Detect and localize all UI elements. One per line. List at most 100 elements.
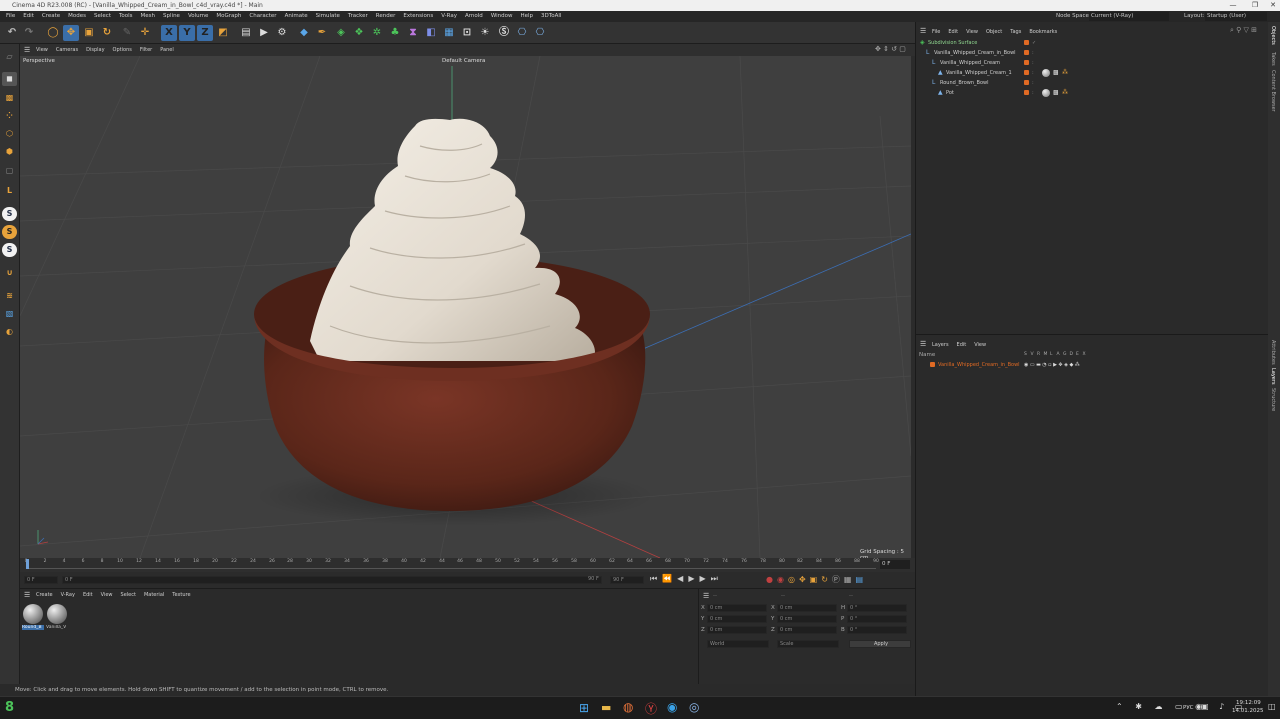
material-menu-material[interactable]: Material <box>140 591 168 599</box>
edges-mode-icon[interactable]: ⬡ <box>2 127 17 141</box>
visibility-dots-icon[interactable]: : <box>1032 88 1034 98</box>
key-rotation-icon[interactable]: ↻ <box>821 575 832 584</box>
material-tag-icon[interactable] <box>1042 69 1050 77</box>
telegram-icon[interactable]: ◉ <box>667 700 677 714</box>
browser-icon[interactable]: ◍ <box>623 700 633 714</box>
layer-menu-edit[interactable]: Edit <box>953 341 971 349</box>
material-menu-icon[interactable]: ☰ <box>24 591 30 599</box>
scale-tool-icon[interactable]: ▣ <box>81 25 97 41</box>
material-menu-v-ray[interactable]: V-Ray <box>57 591 79 599</box>
end-frame-field[interactable]: 90 F <box>610 576 644 584</box>
material-menu-view[interactable]: View <box>97 591 117 599</box>
notification-icon[interactable]: ◫ <box>1268 702 1276 711</box>
object-row[interactable]: L Vanilla_Whipped_Cream: <box>916 58 1269 68</box>
menu-modes[interactable]: Modes <box>64 11 90 22</box>
viewport-menu-panel[interactable]: Panel <box>156 44 178 56</box>
live-selection-icon[interactable]: ◯ <box>45 25 61 41</box>
viewport-menu-display[interactable]: Display <box>82 44 108 56</box>
floor-icon[interactable]: ▦ <box>441 25 457 41</box>
object-row[interactable]: L Vanilla_Whipped_Cream_in_Bowl: <box>916 48 1269 58</box>
coord-size-field[interactable]: 0 cm <box>777 626 837 634</box>
record-icon[interactable]: ● <box>766 575 777 584</box>
minimize-button[interactable]: — <box>1222 0 1244 11</box>
render-picture-viewer-icon[interactable]: ▶ <box>256 25 272 41</box>
undo-icon[interactable]: ↶ <box>4 25 20 41</box>
menu-simulate[interactable]: Simulate <box>312 11 344 22</box>
menu-file[interactable]: File <box>2 11 19 22</box>
menu-mesh[interactable]: Mesh <box>137 11 159 22</box>
object-menu-view[interactable]: View <box>962 28 982 36</box>
visibility-dots-icon[interactable]: : <box>1032 48 1034 58</box>
vray-icon[interactable]: Ⓢ <box>496 25 512 41</box>
render-view-icon[interactable]: ▤ <box>238 25 254 41</box>
viewport-menu-view[interactable]: View <box>32 44 52 56</box>
material-menu-select[interactable]: Select <box>117 591 140 599</box>
coord-position-field[interactable]: 0 cm <box>707 604 767 612</box>
prev-key-icon[interactable]: ⏪ <box>662 574 677 583</box>
key-param-icon[interactable]: Ⓟ <box>832 575 844 584</box>
play-icon[interactable]: ▶ <box>688 574 699 583</box>
motion-icon[interactable]: ▤ <box>855 575 867 584</box>
key-position-icon[interactable]: ✥ <box>799 575 810 584</box>
node-space-select[interactable]: Current (V-Ray) <box>1089 12 1169 21</box>
material-swatch[interactable]: Round_B <box>22 603 44 633</box>
material-menu-create[interactable]: Create <box>32 591 57 599</box>
widget-icon[interactable]: 8 <box>5 700 14 715</box>
timeline-ruler[interactable]: 0246810121416182022242628303234363840424… <box>20 558 915 572</box>
points-mode-icon[interactable]: ⁘ <box>2 109 17 123</box>
menu-select[interactable]: Select <box>90 11 115 22</box>
clock-date[interactable]: 14.01.2025 <box>1232 708 1264 714</box>
object-row[interactable]: ▲ Vanilla_Whipped_Cream_1: ▩ ⁂ <box>916 68 1269 78</box>
menu-tools[interactable]: Tools <box>115 11 137 22</box>
menu-render[interactable]: Render <box>372 11 400 22</box>
python-icon[interactable]: ⎔ <box>514 25 530 41</box>
viewport-nav-icon[interactable]: ✥ ⇕ ↺ ▢ <box>875 45 906 53</box>
object-row[interactable]: ▲ Pot: ▩ ⁂ <box>916 88 1269 98</box>
material-tag-icon[interactable] <box>1042 89 1050 97</box>
preview-range-end[interactable]: 90 F <box>586 576 604 584</box>
cloner-icon[interactable]: ♣ <box>387 25 403 41</box>
pen-icon[interactable]: ✒ <box>314 25 330 41</box>
menu-mograph[interactable]: MoGraph <box>212 11 245 22</box>
language-indicator[interactable]: РУС <box>1183 705 1194 711</box>
coord-position-field[interactable]: 0 cm <box>707 626 767 634</box>
axis-mode-icon[interactable]: L <box>2 184 17 198</box>
y-axis-icon[interactable]: Y <box>179 25 195 41</box>
lock-workplane-icon[interactable]: ▧ <box>2 307 17 321</box>
object-search-icon[interactable]: ⌕ ⚲ ▽ ⊞ <box>1230 26 1257 35</box>
material-menu-edit[interactable]: Edit <box>79 591 97 599</box>
magnet-icon[interactable]: ∪ <box>2 266 17 280</box>
layout-select[interactable]: Startup (User) <box>1205 12 1267 21</box>
rotate-tool-icon[interactable]: ↻ <box>99 25 115 41</box>
snap-icon[interactable]: S <box>2 207 17 221</box>
grid-icon[interactable]: ≋ <box>2 289 17 303</box>
coord-rotation-field[interactable]: 0 ° <box>847 626 907 634</box>
viewport-menu-icon[interactable]: ☰ <box>24 46 30 54</box>
move-tool-icon[interactable]: ✥ <box>63 25 79 41</box>
object-menu-object[interactable]: Object <box>982 28 1006 36</box>
cinema4d-icon[interactable]: ◎ <box>689 700 699 714</box>
layer-menu-layers[interactable]: Layers <box>928 341 953 349</box>
object-menu-edit[interactable]: Edit <box>944 28 962 36</box>
layer-flag-icons[interactable]: ◉▭▬◔▫▶✥◈◆⁂ <box>1024 360 1081 370</box>
key-pla-icon[interactable]: ▦ <box>844 575 856 584</box>
tab-content-browser[interactable]: Content Browser <box>1270 70 1276 112</box>
mograph-icon[interactable]: ✲ <box>369 25 385 41</box>
z-axis-icon[interactable]: Z <box>197 25 213 41</box>
viewport-menu-cameras[interactable]: Cameras <box>52 44 82 56</box>
menu-animate[interactable]: Animate <box>281 11 312 22</box>
tab-layers[interactable]: Layers <box>1270 368 1276 385</box>
menu-extensions[interactable]: Extensions <box>399 11 437 22</box>
tab-attributes[interactable]: Attributes <box>1270 340 1276 365</box>
menu-spline[interactable]: Spline <box>159 11 184 22</box>
tab-structure[interactable]: Structure <box>1270 388 1276 411</box>
material-swatch[interactable]: Vanilla_V <box>46 603 68 633</box>
render-settings-icon[interactable]: ⚙ <box>274 25 290 41</box>
camera-icon[interactable]: ⊡ <box>459 25 475 41</box>
start-icon[interactable]: ⊞ <box>579 701 589 715</box>
coord-rotation-field[interactable]: 0 ° <box>847 604 907 612</box>
keyframe-icon[interactable]: ◎ <box>788 575 799 584</box>
visibility-dots-icon[interactable]: : <box>1032 58 1034 68</box>
cube-icon[interactable]: ◆ <box>296 25 312 41</box>
camera-label[interactable]: Default Camera <box>442 58 485 64</box>
